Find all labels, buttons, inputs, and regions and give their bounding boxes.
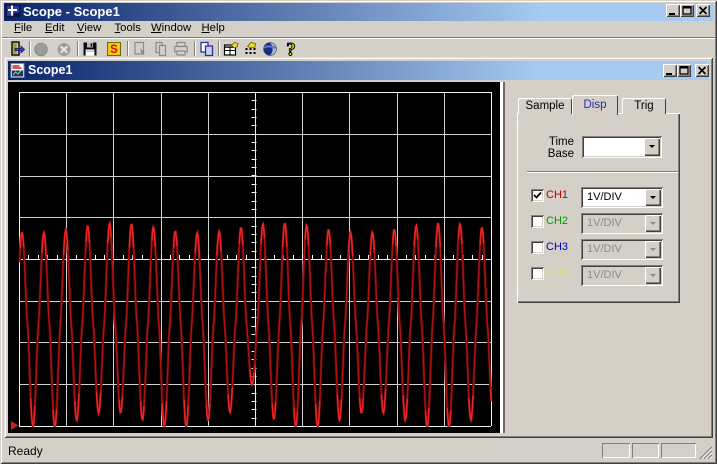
svg-text:S: S	[110, 44, 118, 56]
svg-text:?: ?	[286, 41, 296, 57]
